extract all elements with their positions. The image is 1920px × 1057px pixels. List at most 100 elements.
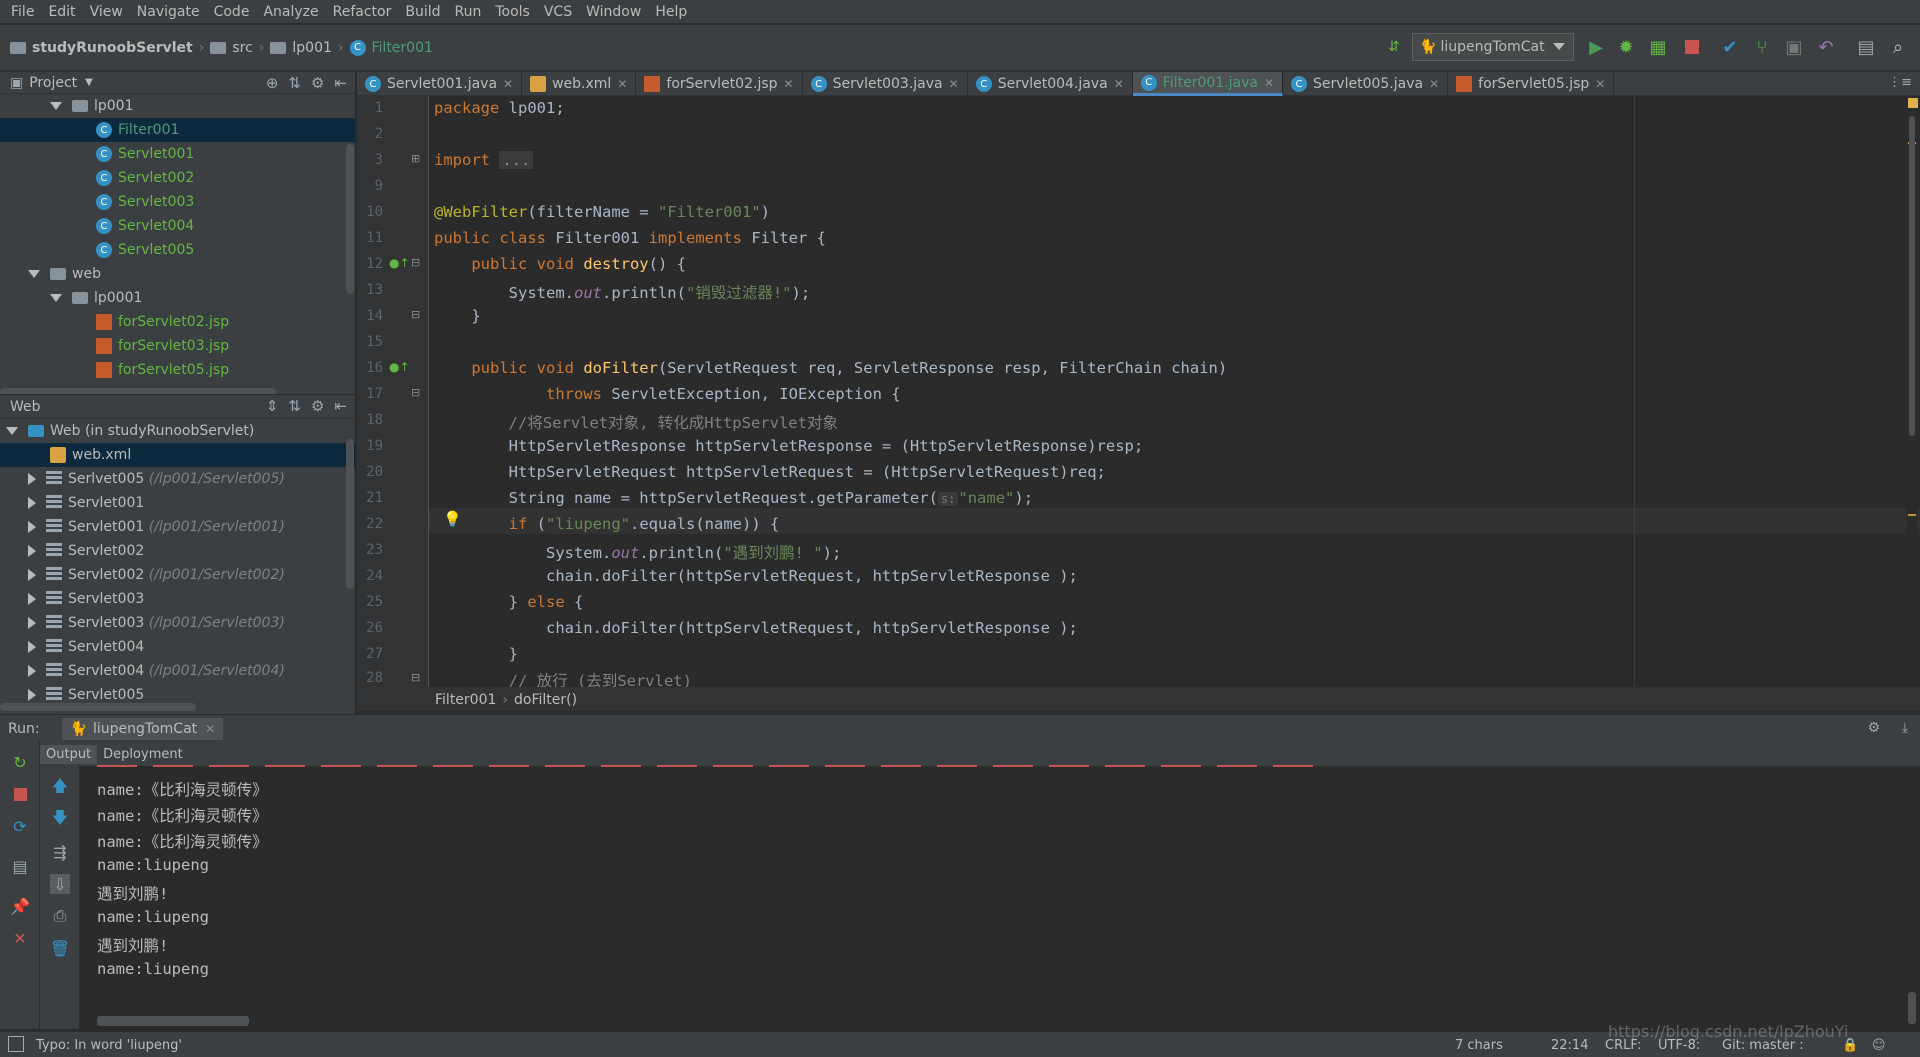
tab-forservlet02-jsp[interactable]: forServlet02.jsp ✕ bbox=[636, 72, 803, 96]
close-icon[interactable]: ✕ bbox=[1429, 77, 1439, 91]
tree-item-servlet[interactable]: Servlet001 bbox=[0, 491, 355, 515]
analysis-status-icon[interactable] bbox=[1908, 98, 1918, 108]
tab-servlet003-java[interactable]: C Servlet003.java ✕ bbox=[803, 72, 968, 96]
expand-icon[interactable] bbox=[28, 473, 36, 485]
tab-servlet001-java[interactable]: C Servlet001.java ✕ bbox=[357, 72, 523, 96]
breadcrumb-method[interactable]: doFilter() bbox=[514, 692, 577, 708]
tree-item-forservlet05[interactable]: forServlet05.jsp bbox=[0, 358, 355, 382]
crumb-src[interactable]: src bbox=[232, 40, 252, 56]
scroll-to-end-icon[interactable]: ⇩ bbox=[50, 874, 70, 894]
tree-item-servlet[interactable]: Servlet004 (/lp001/Servlet004) bbox=[0, 659, 355, 683]
tree-item-servlet[interactable]: Servlet001 (/lp001/Servlet001) bbox=[0, 515, 355, 539]
console-output[interactable]: name:《比利海灵顿传》 name:《比利海灵顿传》 name:《比利海灵顿传… bbox=[81, 765, 1920, 1029]
tree-item-webxml[interactable]: web.xml bbox=[0, 443, 355, 467]
tree-item-filter001[interactable]: C Filter001 bbox=[0, 118, 355, 142]
build-icon[interactable]: ⇵ bbox=[1382, 35, 1406, 59]
menu-code[interactable]: Code bbox=[207, 4, 257, 20]
expand-icon[interactable] bbox=[28, 270, 40, 278]
expand-icon[interactable] bbox=[28, 593, 36, 605]
tree-item-servlet[interactable]: Serlvet005 (/lp001/Servlet005) bbox=[0, 467, 355, 491]
tab-filter001-java[interactable]: C Filter001.java ✕ bbox=[1132, 72, 1284, 96]
caret-position[interactable]: 22:14 bbox=[1551, 1038, 1588, 1053]
web-panel-title[interactable]: Web bbox=[10, 399, 41, 415]
close-icon[interactable]: ✕ bbox=[1114, 77, 1124, 91]
tab-servlet004-java[interactable]: C Servlet004.java ✕ bbox=[968, 72, 1133, 96]
expand-icon[interactable] bbox=[28, 665, 36, 677]
expand-icon[interactable] bbox=[28, 641, 36, 653]
tree-item-forservlet03[interactable]: forServlet03.jsp bbox=[0, 334, 355, 358]
tab-output[interactable]: Output bbox=[40, 744, 98, 764]
coverage-icon[interactable]: ▦ bbox=[1646, 35, 1670, 59]
error-stripe-mark[interactable] bbox=[1908, 514, 1916, 516]
menu-help[interactable]: Help bbox=[648, 4, 694, 20]
close-icon[interactable]: ✕ bbox=[784, 77, 794, 91]
tree-item-lp0001[interactable]: lp0001 bbox=[0, 286, 355, 310]
run-tab[interactable]: 🐈 liupengTomCat ✕ bbox=[61, 717, 224, 740]
vcs-history-icon[interactable]: ▣ bbox=[1782, 35, 1806, 59]
minimize-icon[interactable]: ⤓ bbox=[1902, 720, 1908, 736]
update-app-icon[interactable]: ⟳ bbox=[10, 816, 30, 836]
hide-icon[interactable]: ⇤ bbox=[334, 74, 347, 92]
expand-icon[interactable] bbox=[28, 689, 36, 701]
folded-imports[interactable]: ... bbox=[499, 151, 534, 169]
vcs-commit-icon[interactable]: ⑂ bbox=[1750, 35, 1774, 59]
expand-icon[interactable] bbox=[28, 617, 36, 629]
console-hscrollbar[interactable] bbox=[97, 1016, 249, 1026]
fold-icon[interactable]: ⊞ bbox=[411, 152, 420, 165]
tree-item-servlet[interactable]: Servlet003 (/lp001/Servlet003) bbox=[0, 611, 355, 635]
menu-tools[interactable]: Tools bbox=[488, 4, 537, 20]
override-marker-icon[interactable]: ●↑ bbox=[389, 256, 410, 270]
tree-item-servlet[interactable]: Servlet004 bbox=[0, 635, 355, 659]
tree-item-forservlet02[interactable]: forServlet02.jsp bbox=[0, 310, 355, 334]
gear-icon[interactable]: ⚙ bbox=[311, 74, 324, 92]
menu-edit[interactable]: Edit bbox=[41, 4, 82, 20]
tree-item-lp001[interactable]: lp001 bbox=[0, 94, 355, 118]
close-icon[interactable]: ✕ bbox=[10, 928, 30, 948]
rerun-icon[interactable]: ↻ bbox=[10, 752, 30, 772]
tree-item-web[interactable]: web bbox=[0, 262, 355, 286]
crumb-project[interactable]: studyRunoobServlet bbox=[32, 40, 193, 56]
code-editor[interactable]: 1 2 3 9 10 11 12 13 14 15 16 17 18 19 20… bbox=[357, 96, 1920, 690]
menu-build[interactable]: Build bbox=[398, 4, 447, 20]
fold-icon[interactable]: ⊟ bbox=[411, 256, 420, 269]
tab-list-icon[interactable]: ⋮≡ bbox=[1888, 75, 1912, 90]
expand-icon[interactable] bbox=[28, 497, 36, 509]
scroll-thumb[interactable] bbox=[1909, 116, 1915, 436]
fold-icon[interactable]: ⊟ bbox=[411, 308, 420, 321]
tree-item-servlet[interactable]: Servlet003 bbox=[0, 587, 355, 611]
menu-window[interactable]: Window bbox=[579, 4, 648, 20]
crumb-file[interactable]: Filter001 bbox=[372, 40, 433, 56]
menu-refactor[interactable]: Refactor bbox=[326, 4, 399, 20]
close-icon[interactable]: ✕ bbox=[949, 77, 959, 91]
tool-windows-icon[interactable] bbox=[8, 1036, 24, 1052]
tab-web-xml[interactable]: web.xml ✕ bbox=[522, 72, 637, 96]
arrow-up-icon[interactable]: 🡅 bbox=[50, 776, 70, 798]
crumb-package[interactable]: lp001 bbox=[292, 40, 332, 56]
print-icon[interactable]: ⎙ bbox=[50, 906, 70, 926]
project-structure-icon[interactable]: ▤ bbox=[1854, 35, 1878, 59]
close-icon[interactable]: ✕ bbox=[205, 722, 215, 736]
vcs-update-icon[interactable]: ✔ bbox=[1718, 35, 1742, 59]
web-hscrollbar[interactable] bbox=[0, 703, 196, 711]
close-icon[interactable]: ✕ bbox=[617, 77, 627, 91]
pin-icon[interactable]: 📌 bbox=[10, 896, 30, 916]
tree-item-servlet002[interactable]: C Servlet002 bbox=[0, 166, 355, 190]
close-icon[interactable]: ✕ bbox=[1264, 76, 1274, 90]
expand-all-icon[interactable]: ⇕ bbox=[266, 397, 279, 415]
menu-navigate[interactable]: Navigate bbox=[130, 4, 207, 20]
revert-icon[interactable]: ↶ bbox=[1814, 35, 1838, 59]
search-icon[interactable]: ⌕ bbox=[1886, 35, 1910, 59]
tree-item-servlet[interactable]: Servlet002 bbox=[0, 539, 355, 563]
expand-icon[interactable] bbox=[28, 521, 36, 533]
stop-icon[interactable] bbox=[1680, 35, 1704, 59]
trash-icon[interactable]: 🗑 bbox=[50, 938, 70, 958]
expand-icon[interactable] bbox=[50, 102, 62, 110]
chevron-down-icon[interactable]: ▼ bbox=[85, 77, 93, 88]
hide-icon[interactable]: ⇤ bbox=[334, 397, 347, 415]
menu-analyze[interactable]: Analyze bbox=[256, 4, 325, 20]
override-marker-icon[interactable]: ●↑ bbox=[389, 360, 410, 374]
tree-item-web-root[interactable]: Web (in studyRunoobServlet) bbox=[0, 419, 355, 443]
locate-icon[interactable]: ⊕ bbox=[266, 74, 279, 92]
run-config-select[interactable]: 🐈 liupengTomCat bbox=[1412, 33, 1574, 61]
expand-icon[interactable] bbox=[28, 545, 36, 557]
